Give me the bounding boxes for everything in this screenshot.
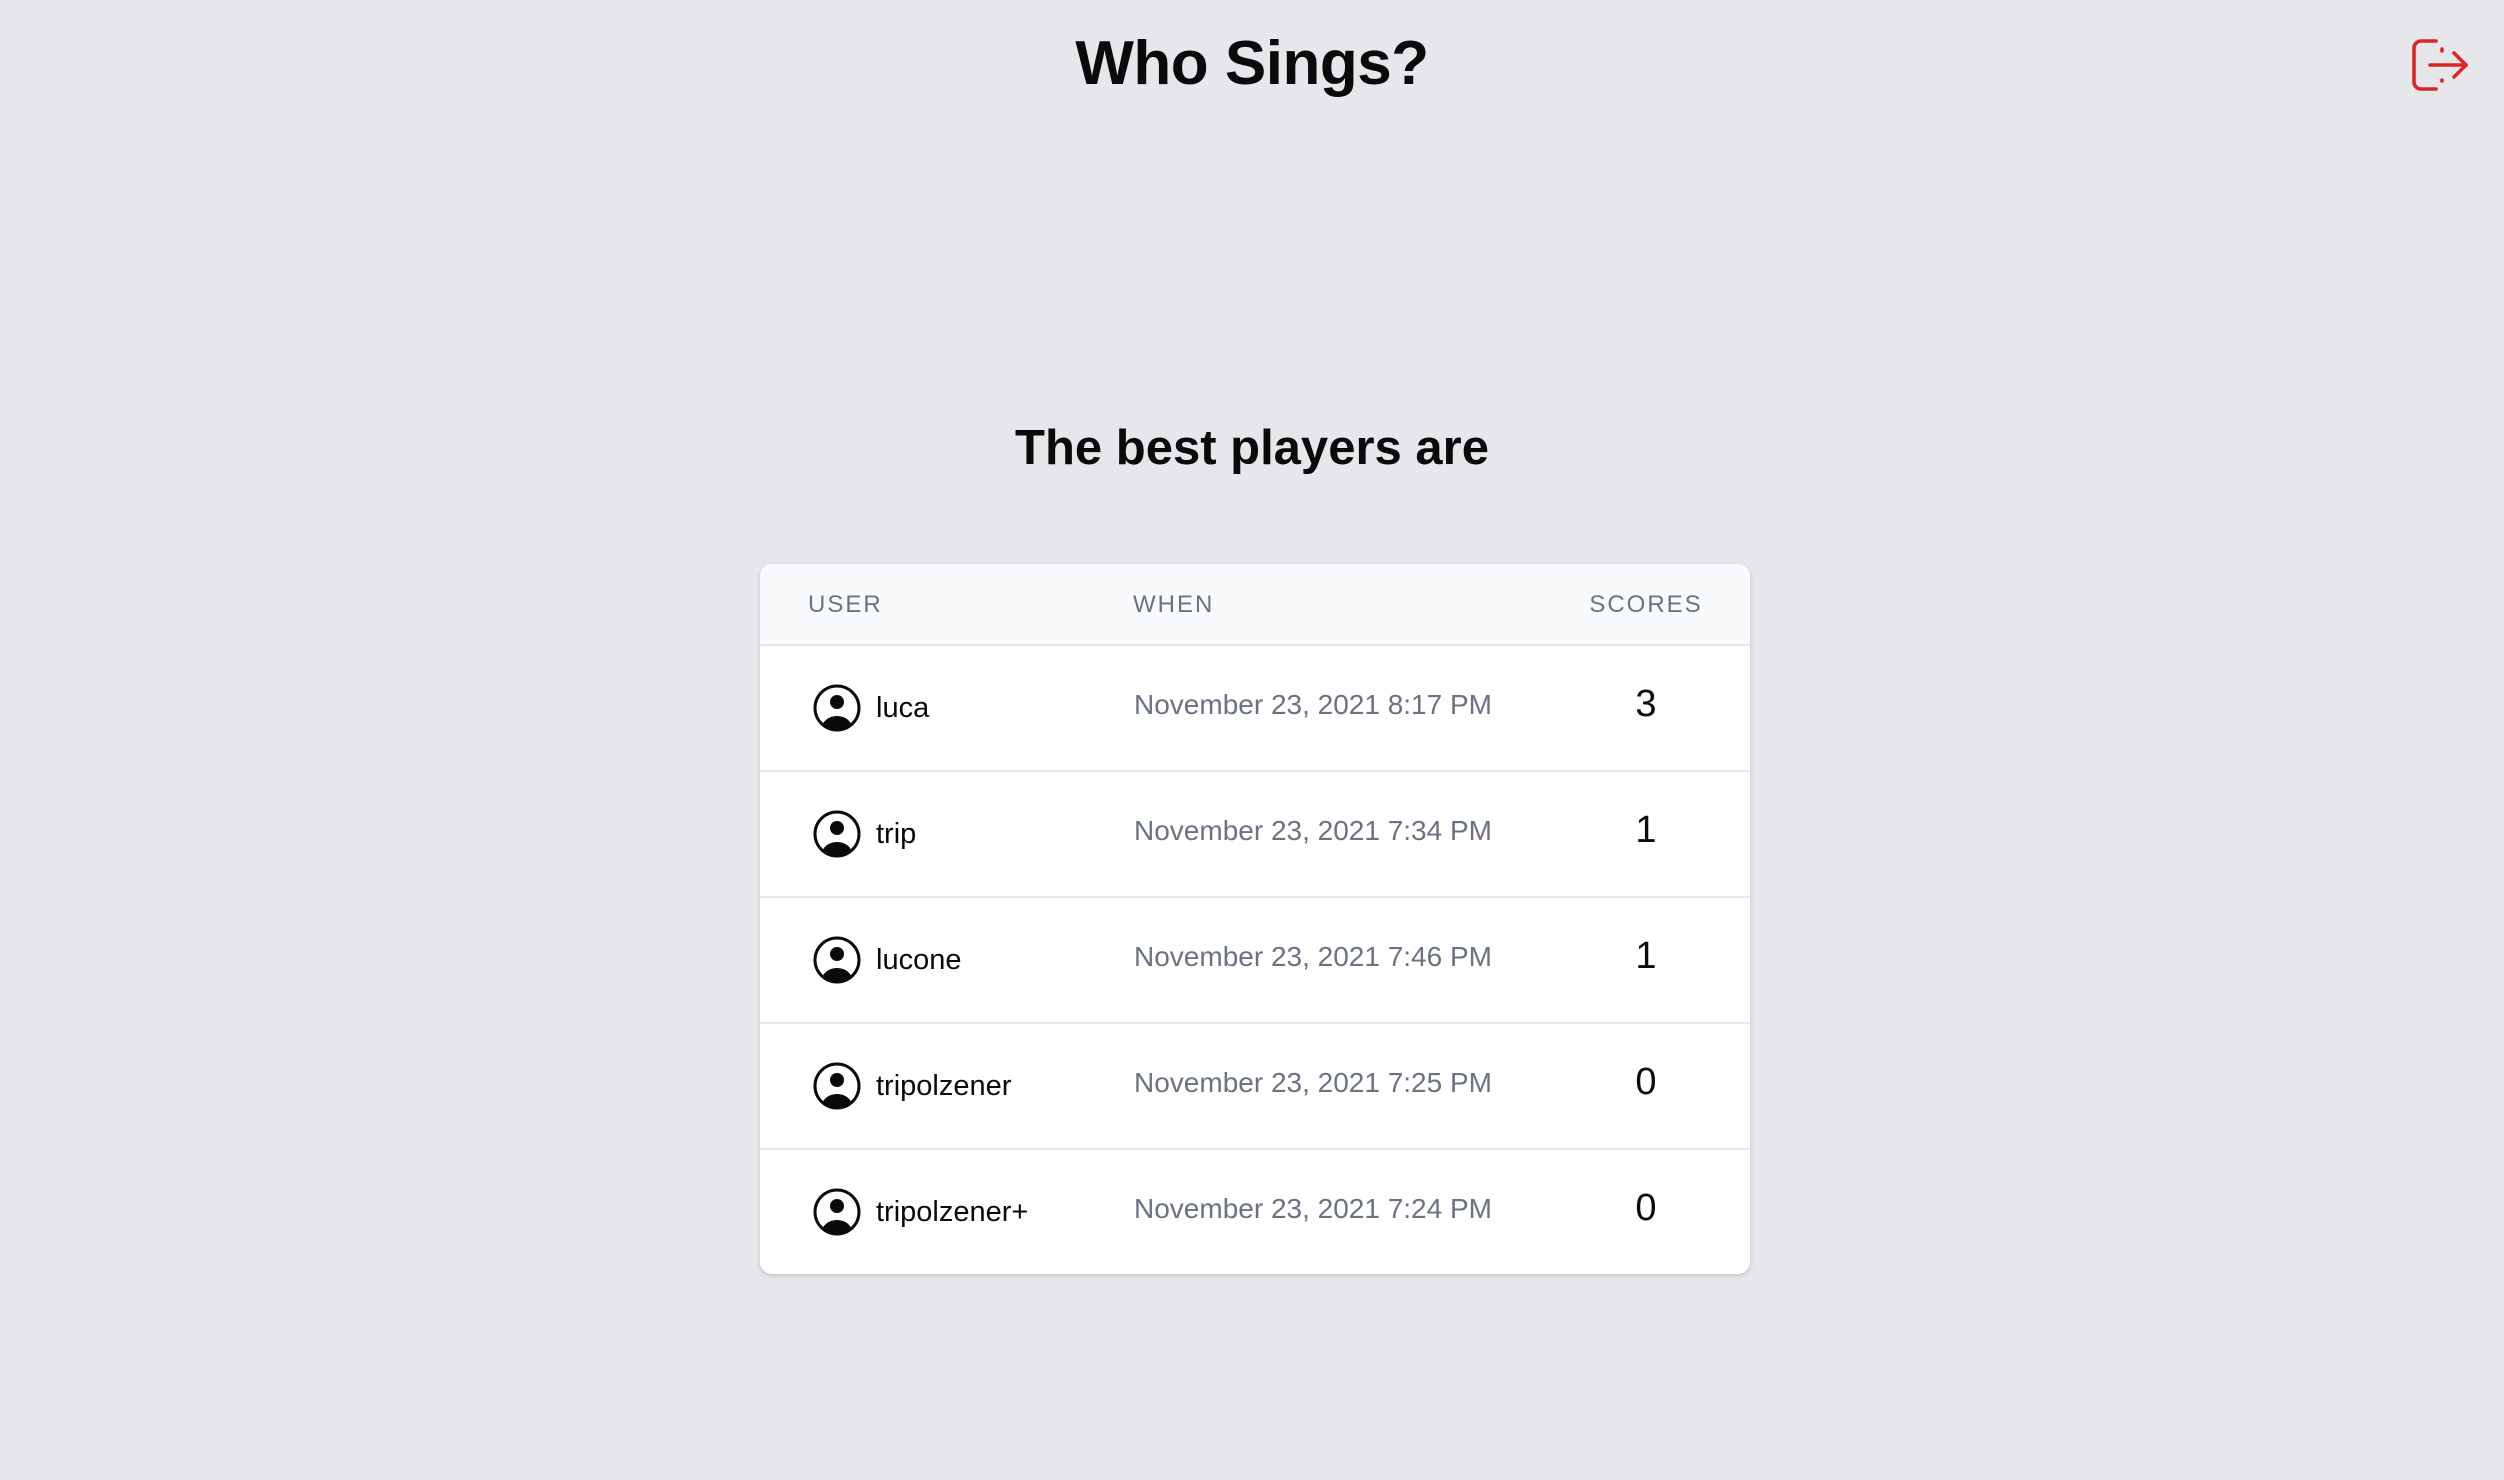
app-title: Who Sings? [1075, 29, 1429, 98]
username: trip [876, 817, 917, 850]
table-row: trip November 23, 2021 7:34 PM 1 [760, 772, 1750, 898]
score: 3 [1635, 683, 1657, 725]
played-at: November 23, 2021 7:24 PM [1134, 1193, 1492, 1224]
logout-button[interactable] [2408, 36, 2472, 94]
username: tripolzener+ [876, 1195, 1029, 1228]
score: 1 [1635, 809, 1657, 851]
played-at: November 23, 2021 7:34 PM [1134, 815, 1492, 846]
username: tripolzener [876, 1069, 1012, 1102]
played-at: November 23, 2021 7:25 PM [1134, 1067, 1492, 1098]
user-cell: lucone [812, 934, 961, 986]
score: 1 [1635, 935, 1657, 977]
table-row: lucone November 23, 2021 7:46 PM 1 [760, 898, 1750, 1024]
username: lucone [876, 943, 962, 976]
user-circle-icon [813, 1062, 861, 1110]
user-circle-icon [813, 1188, 861, 1236]
leaderboard-title: The best players are [1015, 421, 1489, 475]
user-cell: tripolzener [812, 1060, 1011, 1112]
user-circle-icon [813, 810, 861, 858]
user-cell: trip [812, 808, 916, 860]
username: luca [876, 691, 930, 724]
user-circle-icon [813, 684, 861, 732]
user-cell: tripolzener+ [812, 1186, 1028, 1238]
score: 0 [1635, 1061, 1657, 1103]
table-row: tripolzener November 23, 2021 7:25 PM 0 [760, 1024, 1750, 1150]
leaderboard-table: USER WHEN SCORES luca November 23, 2021 … [760, 564, 1750, 1274]
user-cell: luca [812, 682, 929, 734]
played-at: November 23, 2021 8:17 PM [1134, 689, 1492, 720]
table-row: tripolzener+ November 23, 2021 7:24 PM 0 [760, 1150, 1750, 1274]
user-circle-icon [813, 936, 861, 984]
column-header-user: USER [808, 591, 883, 618]
logout-icon [2412, 39, 2468, 91]
played-at: November 23, 2021 7:46 PM [1134, 941, 1492, 972]
table-row: luca November 23, 2021 8:17 PM 3 [760, 646, 1750, 772]
column-header-when: WHEN [1133, 591, 1215, 618]
table-header: USER WHEN SCORES [760, 564, 1750, 646]
score: 0 [1635, 1187, 1657, 1229]
column-header-scores: SCORES [1589, 591, 1703, 618]
